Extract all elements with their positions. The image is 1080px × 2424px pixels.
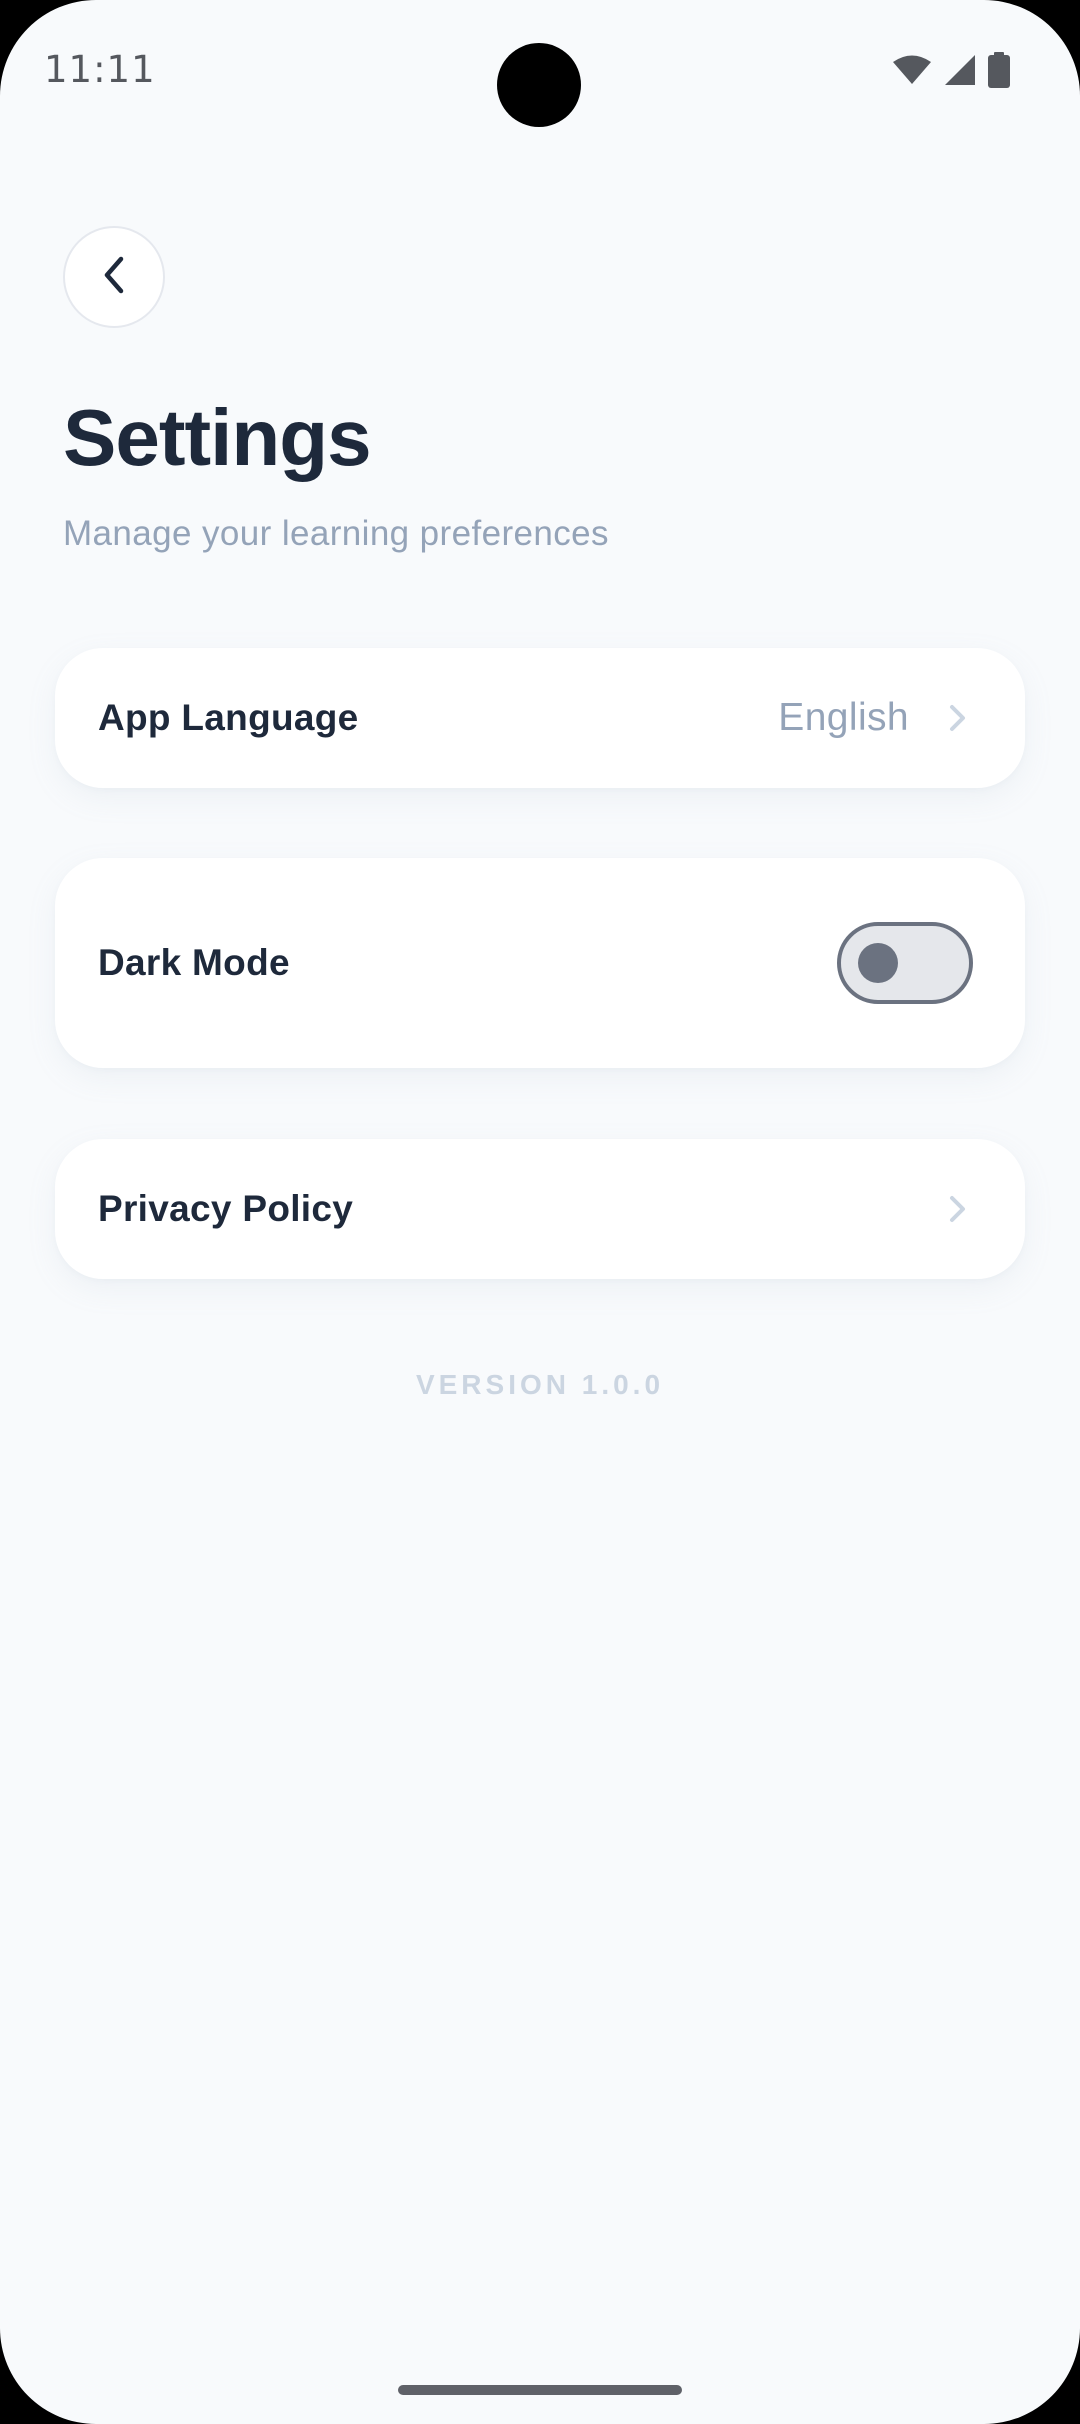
settings-screen: 11:11 Settings Manage your learning pref…: [0, 0, 1080, 2424]
version-label: VERSION 1.0.0: [415, 1369, 665, 1400]
page-subtitle: Manage your learning preferences: [63, 514, 609, 553]
chevron-right-icon: [945, 703, 969, 733]
privacy-policy-row[interactable]: Privacy Policy: [55, 1139, 1025, 1279]
home-indicator[interactable]: [398, 2385, 682, 2395]
page-title: Settings: [63, 393, 372, 482]
status-icons: [892, 52, 1010, 88]
app-language-label: App Language: [98, 697, 359, 738]
back-button[interactable]: [63, 226, 165, 328]
chevron-right-icon: [945, 1194, 969, 1224]
privacy-policy-label: Privacy Policy: [98, 1188, 354, 1229]
status-bar: 11:11: [0, 0, 1080, 140]
status-time: 11:11: [44, 48, 156, 91]
app-language-row[interactable]: App Language English: [55, 648, 1025, 788]
camera-cutout: [497, 43, 581, 127]
app-language-value: English: [778, 696, 909, 739]
battery-icon: [988, 52, 1010, 88]
dark-mode-toggle[interactable]: [837, 922, 973, 1004]
chevron-left-icon: [99, 255, 129, 300]
dark-mode-label: Dark Mode: [98, 942, 290, 983]
cellular-signal-icon: [944, 54, 976, 86]
wifi-icon: [892, 55, 932, 85]
toggle-knob: [858, 943, 898, 983]
dark-mode-row: Dark Mode: [55, 858, 1025, 1068]
